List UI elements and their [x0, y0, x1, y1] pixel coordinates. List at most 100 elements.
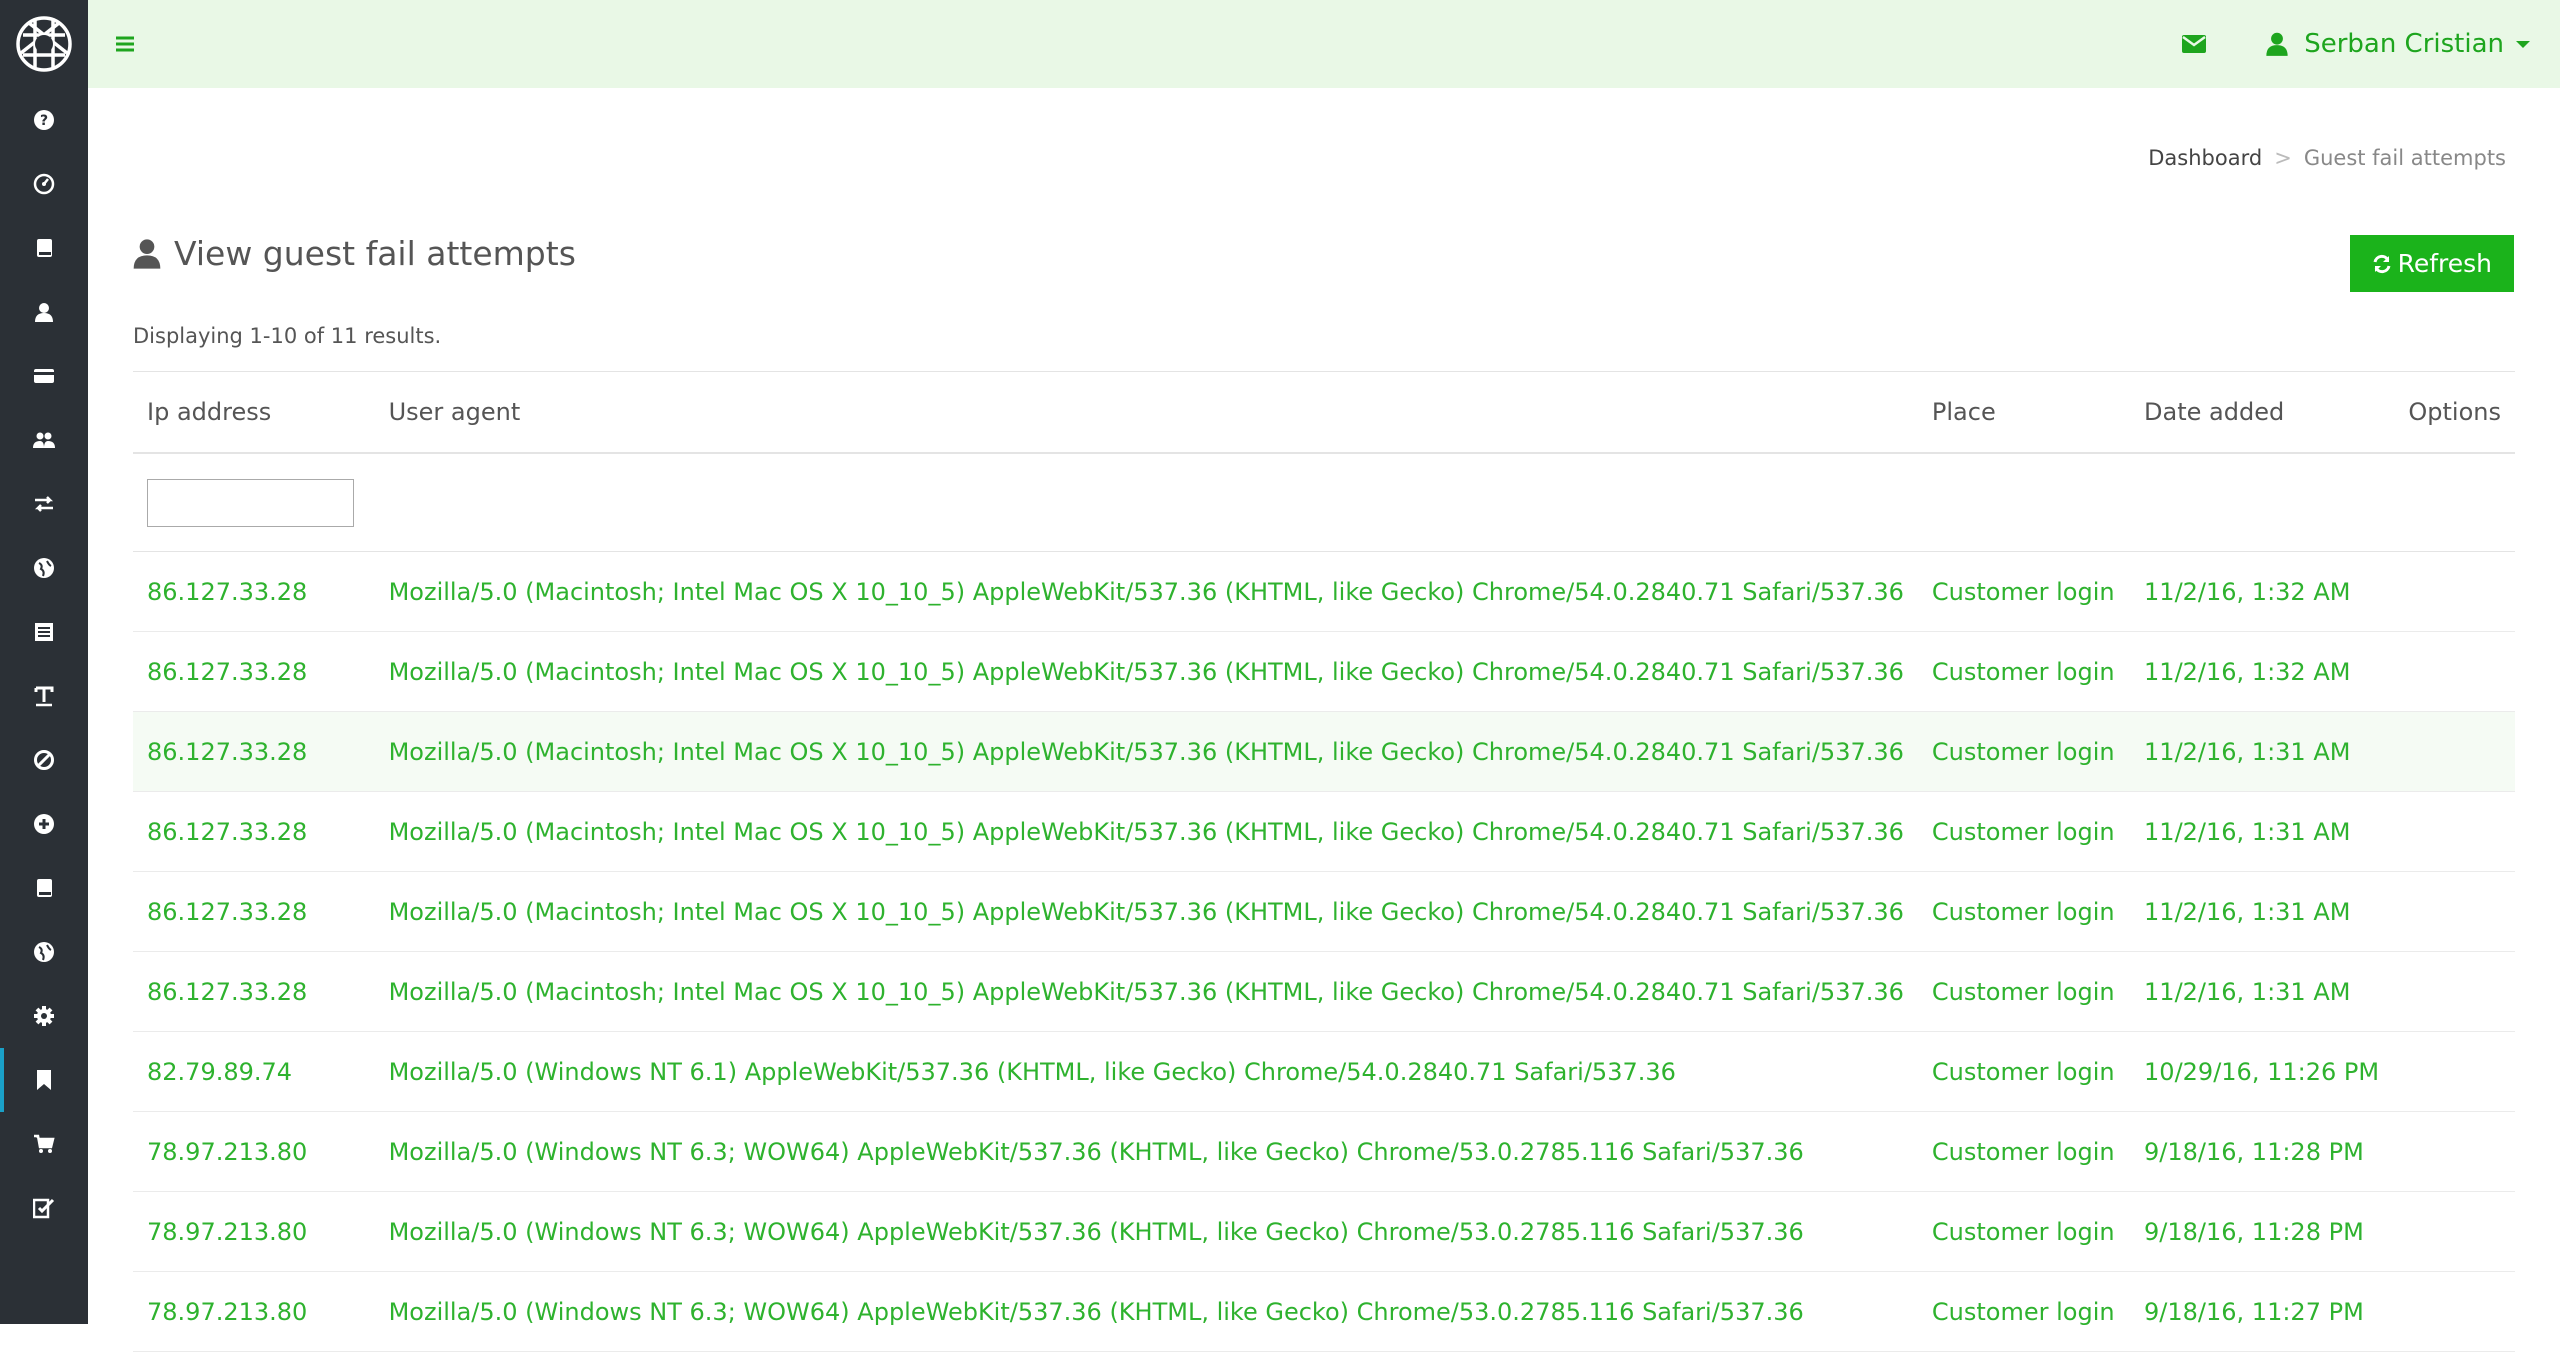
- shopping-cart-icon: [34, 1134, 55, 1153]
- user-name: Serban Cristian: [2304, 29, 2504, 59]
- sidebar-item-locations[interactable]: [0, 536, 88, 600]
- table-row[interactable]: 78.97.213.80 Mozilla/5.0 (Windows NT 6.3;…: [133, 1271, 2515, 1352]
- cell-place: Customer login: [1917, 951, 2131, 1032]
- cell-place: Customer login: [1917, 1271, 2131, 1352]
- sidebar-item-reviews[interactable]: [0, 1176, 88, 1240]
- sidebar-item-orders[interactable]: [0, 1112, 88, 1176]
- cell-user-agent: Mozilla/5.0 (Macintosh; Intel Mac OS X 1…: [374, 871, 1918, 952]
- table-row[interactable]: 86.127.33.28 Mozilla/5.0 (Macintosh; Inte…: [133, 631, 2515, 712]
- cell-user-agent: Mozilla/5.0 (Macintosh; Intel Mac OS X 1…: [374, 711, 1918, 792]
- sidebar-item-help[interactable]: ?: [0, 88, 88, 152]
- table-header-row: Ip address User agent Place Date added O…: [133, 371, 2515, 454]
- user-menu-dropdown[interactable]: Serban Cristian: [2264, 29, 2530, 59]
- cell-user-agent: Mozilla/5.0 (Windows NT 6.3; WOW64) Appl…: [374, 1111, 1918, 1192]
- sidebar-item-transfers[interactable]: [0, 472, 88, 536]
- top-bar: Serban Cristian: [88, 0, 2560, 88]
- svg-text:?: ?: [40, 113, 48, 129]
- cell-options: [2394, 1031, 2515, 1112]
- cell-options: [2394, 1191, 2515, 1272]
- cell-user-agent: Mozilla/5.0 (Windows NT 6.1) AppleWebKit…: [374, 1031, 1918, 1112]
- chevron-down-icon: [2516, 40, 2530, 48]
- refresh-button[interactable]: Refresh: [2349, 235, 2514, 292]
- cell-place: Customer login: [1917, 1031, 2131, 1112]
- cell-options: [2394, 631, 2515, 712]
- column-header-place[interactable]: Place: [1917, 371, 2131, 454]
- breadcrumb: Dashboard > Guest fail attempts: [2148, 146, 2506, 170]
- cell-ip: 86.127.33.28: [133, 711, 375, 792]
- sidebar-item-settings[interactable]: [0, 984, 88, 1048]
- book-icon: [37, 879, 52, 897]
- cell-date-added: 9/18/16, 11:28 PM: [2130, 1111, 2395, 1192]
- cell-options: [2394, 871, 2515, 952]
- table-row[interactable]: 82.79.89.74 Mozilla/5.0 (Windows NT 6.1) …: [133, 1031, 2515, 1112]
- hamburger-menu-icon[interactable]: [114, 33, 136, 55]
- table-row[interactable]: 86.127.33.28 Mozilla/5.0 (Macintosh; Inte…: [133, 551, 2515, 632]
- cell-ip: 86.127.33.28: [133, 871, 375, 952]
- sidebar-item-groups[interactable]: [0, 408, 88, 472]
- bookmark-icon: [37, 1070, 51, 1090]
- breadcrumb-dashboard-link[interactable]: Dashboard: [2148, 146, 2262, 170]
- cell-options: [2394, 1111, 2515, 1192]
- cell-user-agent: Mozilla/5.0 (Windows NT 6.3; WOW64) Appl…: [374, 1271, 1918, 1352]
- table-row[interactable]: 86.127.33.28 Mozilla/5.0 (Macintosh; Inte…: [133, 711, 2515, 792]
- results-table: Ip address User agent Place Date added O…: [133, 371, 2515, 1352]
- breadcrumb-current: Guest fail attempts: [2303, 146, 2506, 170]
- user-icon: [133, 238, 161, 269]
- question-circle-icon: ?: [34, 110, 54, 130]
- user-icon: [35, 303, 53, 322]
- globe-icon: [34, 942, 54, 962]
- sidebar-item-regions[interactable]: [0, 920, 88, 984]
- cell-user-agent: Mozilla/5.0 (Macintosh; Intel Mac OS X 1…: [374, 791, 1918, 872]
- sidebar-item-pages[interactable]: [0, 856, 88, 920]
- logo-icon: [16, 16, 72, 72]
- messages-button[interactable]: [2180, 30, 2208, 58]
- cell-ip: 86.127.33.28: [133, 791, 375, 872]
- cell-user-agent: Mozilla/5.0 (Macintosh; Intel Mac OS X 1…: [374, 951, 1918, 1032]
- cell-ip: 78.97.213.80: [133, 1271, 375, 1352]
- column-header-user-agent[interactable]: User agent: [374, 371, 1918, 454]
- cell-date-added: 11/2/16, 1:31 AM: [2130, 871, 2395, 952]
- page-title-text: View guest fail attempts: [174, 234, 576, 273]
- table-row[interactable]: 78.97.213.80 Mozilla/5.0 (Windows NT 6.3;…: [133, 1191, 2515, 1272]
- ip-filter-input[interactable]: [147, 478, 354, 527]
- column-header-ip[interactable]: Ip address: [133, 371, 375, 454]
- cell-ip: 86.127.33.28: [133, 551, 375, 632]
- cell-ip: 86.127.33.28: [133, 631, 375, 712]
- globe-icon: [34, 558, 54, 578]
- guest-fail-attempts-grid: Ip address User agent Place Date added O…: [133, 371, 2515, 1352]
- table-row[interactable]: 86.127.33.28 Mozilla/5.0 (Macintosh; Inte…: [133, 951, 2515, 1032]
- sidebar-item-blocked[interactable]: [0, 728, 88, 792]
- cell-user-agent: Mozilla/5.0 (Windows NT 6.3; WOW64) Appl…: [374, 1191, 1918, 1272]
- cell-ip: 86.127.33.28: [133, 951, 375, 1032]
- sidebar-item-catalog[interactable]: [0, 216, 88, 280]
- sidebar-item-dashboard[interactable]: [0, 152, 88, 216]
- table-row[interactable]: 86.127.33.28 Mozilla/5.0 (Macintosh; Inte…: [133, 871, 2515, 952]
- cell-place: Customer login: [1917, 551, 2131, 632]
- dashboard-gauge-icon: [33, 173, 55, 195]
- column-header-date[interactable]: Date added: [2130, 371, 2395, 454]
- table-row[interactable]: 78.97.213.80 Mozilla/5.0 (Windows NT 6.3;…: [133, 1111, 2515, 1192]
- sidebar-item-logs[interactable]: [0, 600, 88, 664]
- cell-date-added: 11/2/16, 1:32 AM: [2130, 631, 2395, 712]
- cell-user-agent: Mozilla/5.0 (Macintosh; Intel Mac OS X 1…: [374, 551, 1918, 632]
- refresh-icon: [2373, 254, 2391, 273]
- column-header-options: Options: [2394, 371, 2515, 454]
- cell-date-added: 9/18/16, 11:27 PM: [2130, 1271, 2395, 1352]
- aperture-logo[interactable]: [0, 0, 88, 88]
- sidebar-item-add[interactable]: [0, 792, 88, 856]
- page-title: View guest fail attempts: [132, 234, 576, 273]
- sidebar-item-payments[interactable]: [0, 344, 88, 408]
- sidebar-item-texts[interactable]: [0, 664, 88, 728]
- cell-place: Customer login: [1917, 1191, 2131, 1272]
- cell-date-added: 11/2/16, 1:31 AM: [2130, 791, 2395, 872]
- cell-date-added: 11/2/16, 1:31 AM: [2130, 951, 2395, 1032]
- table-row[interactable]: 86.127.33.28 Mozilla/5.0 (Macintosh; Inte…: [133, 791, 2515, 872]
- sidebar-item-customers[interactable]: [0, 280, 88, 344]
- sidebar-item-guest-fail-attempts[interactable]: [0, 1048, 88, 1112]
- cell-place: Customer login: [1917, 631, 2131, 712]
- cell-options: [2394, 791, 2515, 872]
- top-right-controls: Serban Cristian: [2180, 29, 2530, 59]
- credit-card-icon: [34, 369, 54, 383]
- cell-place: Customer login: [1917, 1111, 2131, 1192]
- cell-options: [2394, 711, 2515, 792]
